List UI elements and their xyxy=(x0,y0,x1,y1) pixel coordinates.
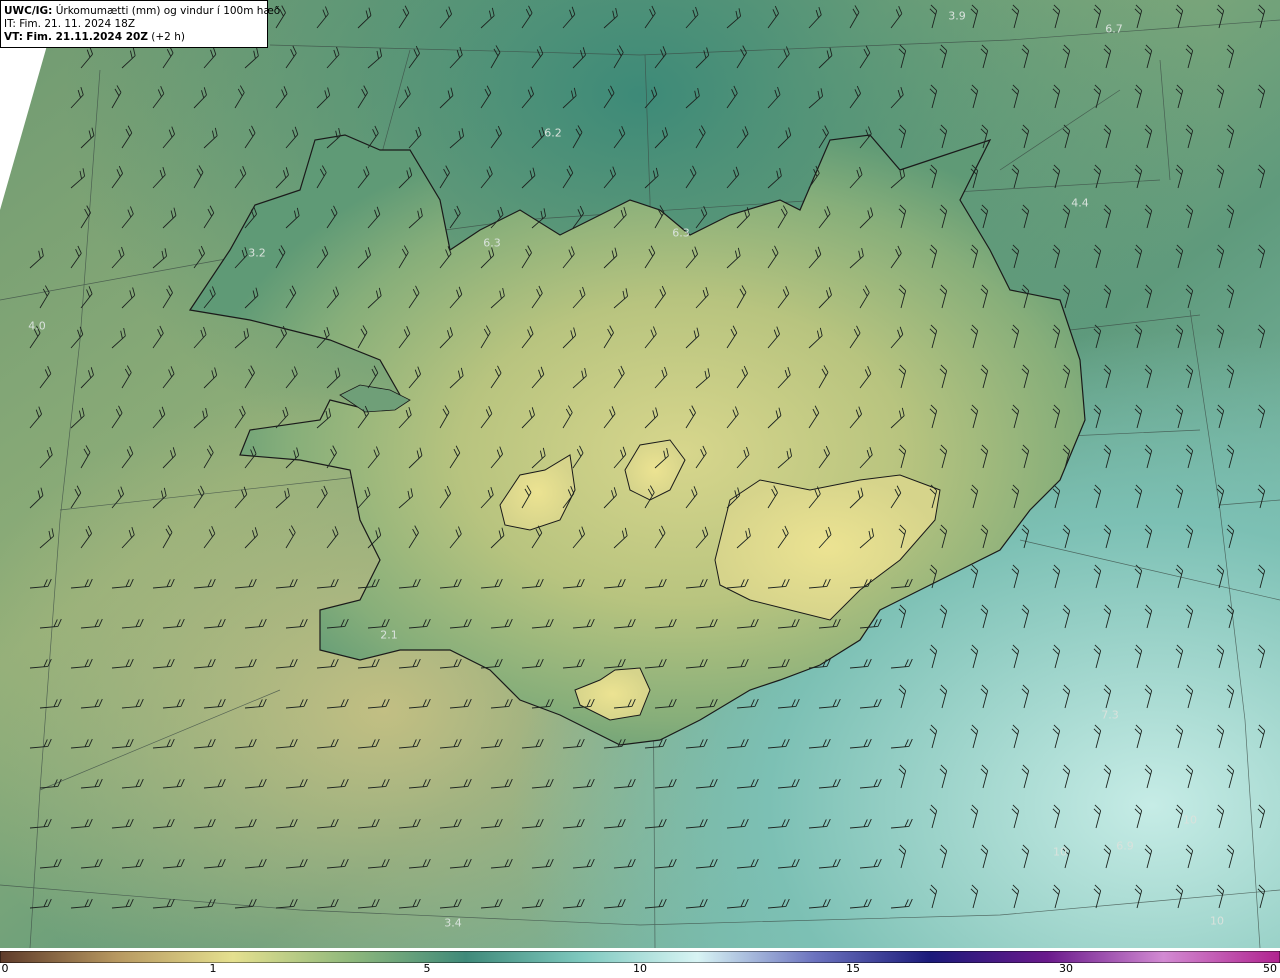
map-value-label: 6.2 xyxy=(544,126,562,140)
map-value-label: 10 xyxy=(1053,845,1067,859)
colorbar-tick: 30 xyxy=(1059,962,1073,975)
colorbar-ticks: 0 1 5 10 15 30 50 xyxy=(0,962,1280,978)
map-value-label: 10 xyxy=(1183,813,1197,827)
colorbar-tick: 15 xyxy=(846,962,860,975)
colorbar-tick: 0 xyxy=(1,962,9,975)
product-name: Úrkomumætti (mm) og vindur í 100m hæð xyxy=(55,5,281,17)
valid-time-line: VT: Fim. 21.11.2024 20Z (+2 h) xyxy=(4,31,264,44)
map-value-label: 2.1 xyxy=(380,628,398,642)
precipitation-colorbar xyxy=(0,948,1280,964)
map-canvas xyxy=(0,0,1280,948)
map-value-label: 7.3 xyxy=(1101,708,1119,722)
map-value-label: 3.9 xyxy=(948,9,966,23)
init-time: IT: Fim. 21. 11. 2024 18Z xyxy=(4,18,136,30)
model-name: UWC/IG: xyxy=(4,5,53,17)
valid-prefix: VT: xyxy=(4,31,23,43)
map-value-label: 3.2 xyxy=(248,246,266,260)
forecast-info-box: UWC/IG: Úrkomumætti (mm) og vindur í 100… xyxy=(0,0,280,48)
colorbar-tick: 50 xyxy=(1263,962,1277,975)
valid-time: Fim. 21.11.2024 20Z xyxy=(26,31,148,43)
forecast-map xyxy=(0,0,1280,948)
colorbar-tick: 5 xyxy=(423,962,431,975)
lead-time: (+2 h) xyxy=(151,31,185,43)
map-value-label: 6.3 xyxy=(672,226,690,240)
title-line: UWC/IG: Úrkomumætti (mm) og vindur í 100… xyxy=(4,5,280,18)
map-value-label: 6.3 xyxy=(483,236,501,250)
map-value-label: 4.0 xyxy=(28,319,46,333)
colorbar-tick: 1 xyxy=(209,962,217,975)
map-value-label: 6.7 xyxy=(1105,22,1123,36)
map-value-label: 3.4 xyxy=(444,916,462,930)
colorbar-tick: 10 xyxy=(633,962,647,975)
map-value-label: 4.4 xyxy=(1071,196,1089,210)
map-value-label: 10 xyxy=(1210,914,1224,928)
map-value-label: 6.9 xyxy=(1116,839,1134,853)
